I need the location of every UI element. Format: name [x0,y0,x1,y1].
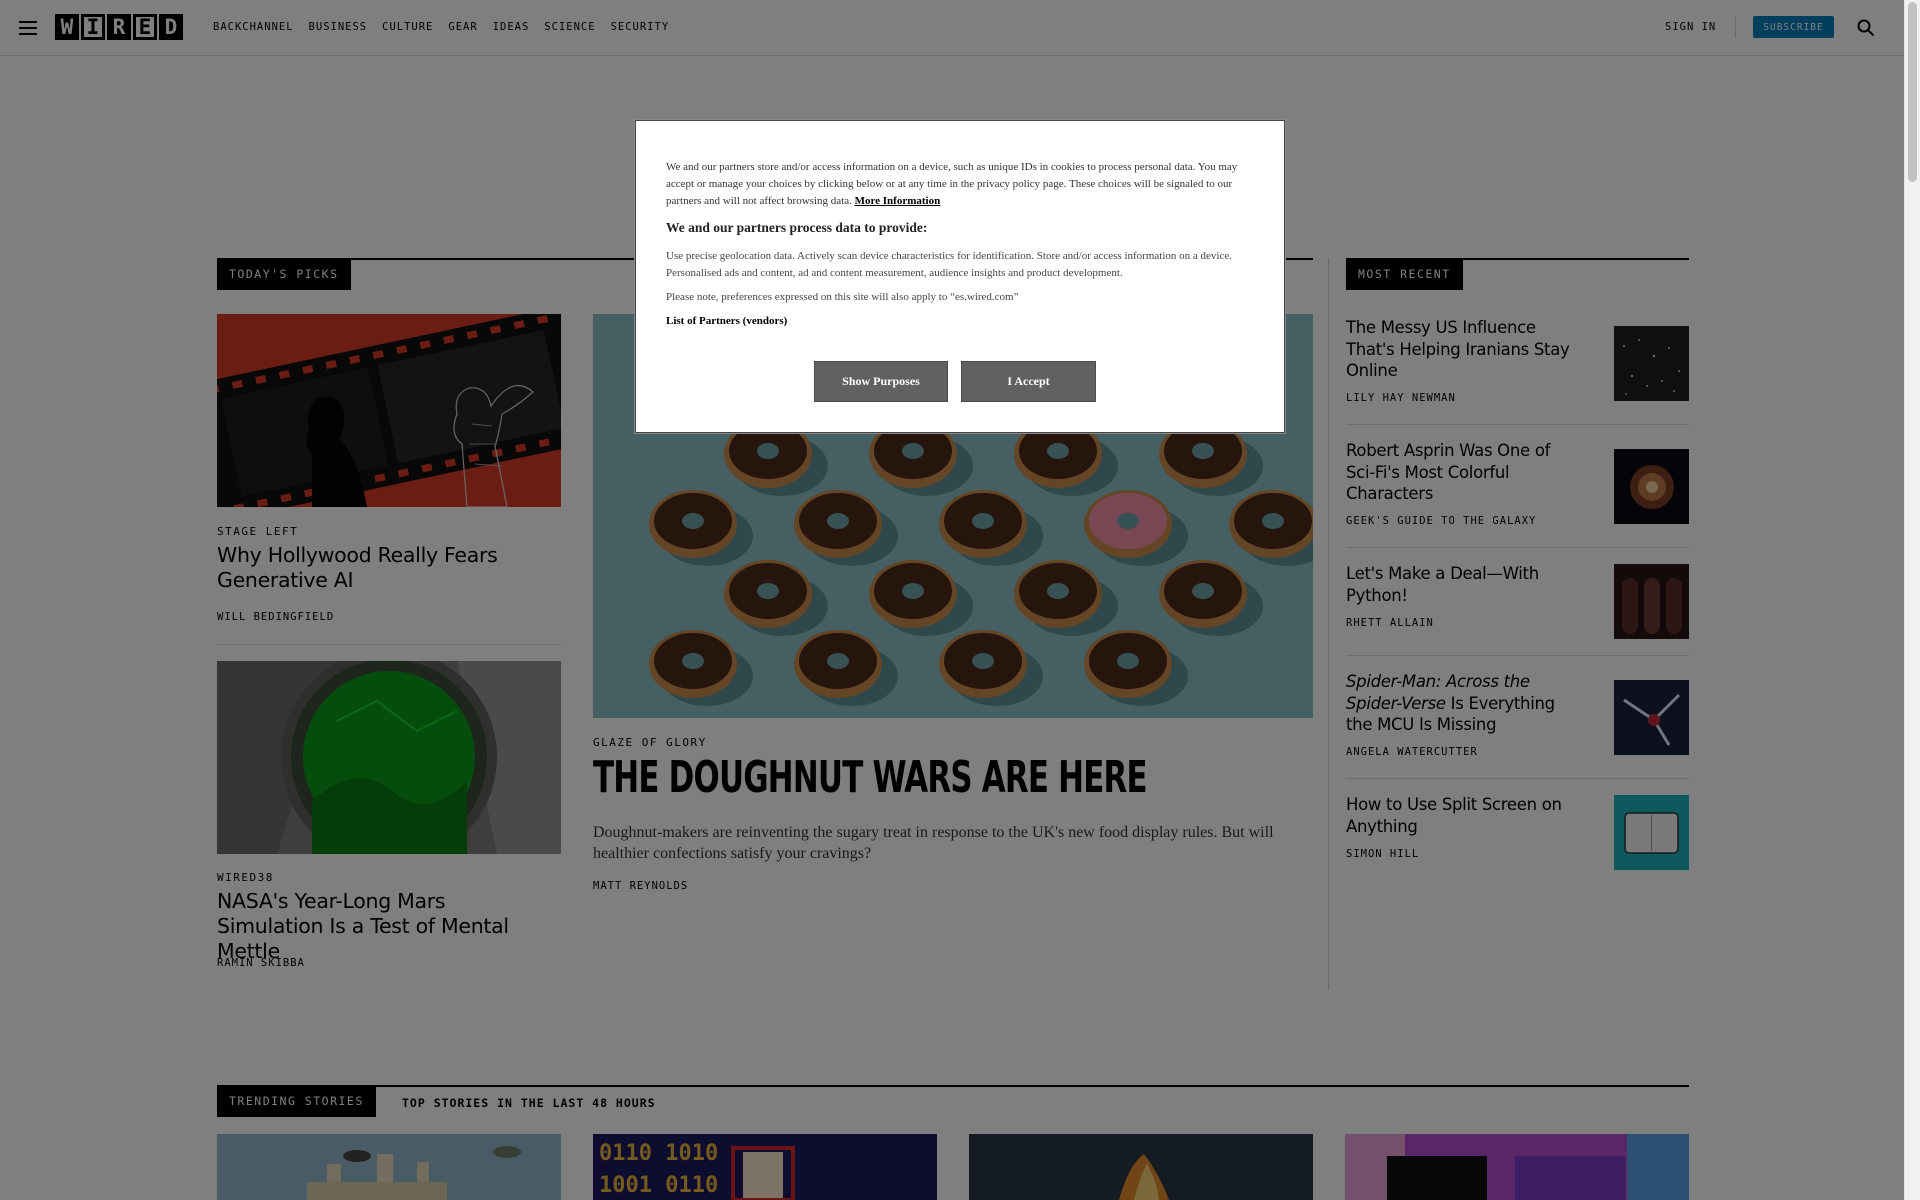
more-information-link[interactable]: More Information [855,195,941,207]
consent-heading: We and our partners process data to prov… [666,220,928,235]
consent-note: Please note, preferences expressed on th… [666,291,1019,303]
consent-intro-text: We and our partners store and/or access … [666,161,1238,207]
scrollbar-thumb[interactable] [1908,2,1917,182]
list-of-partners-link[interactable]: List of Partners (vendors) [666,315,1256,327]
accept-button[interactable]: I Accept [961,361,1096,402]
consent-intro: We and our partners store and/or access … [666,159,1256,210]
page-scrollbar[interactable] [1904,0,1920,1200]
cookie-consent-dialog: We and our partners store and/or access … [635,120,1285,433]
consent-purposes-text: Use precise geolocation data. Actively s… [666,250,1232,279]
show-purposes-button[interactable]: Show Purposes [814,361,948,402]
